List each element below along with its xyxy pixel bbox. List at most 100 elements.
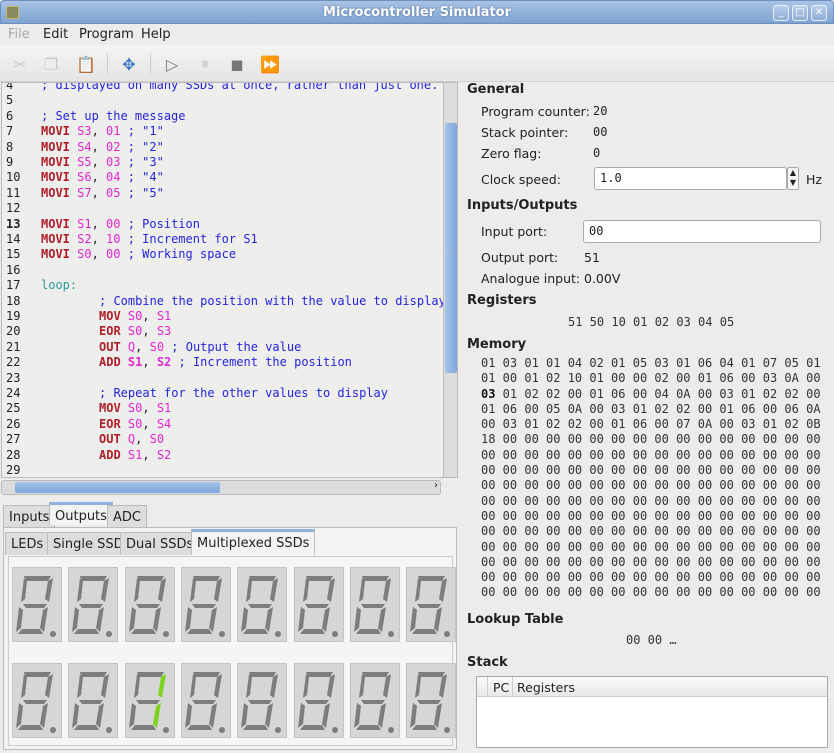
segment-a <box>361 672 389 677</box>
editor-horizontal-scrollbar[interactable]: › <box>1 480 441 495</box>
segment-d <box>186 629 212 634</box>
segment-b <box>45 674 53 698</box>
line-number: 29 <box>6 463 21 477</box>
segment-a <box>80 576 108 581</box>
menu-file[interactable]: File <box>8 27 30 42</box>
tab-outputs[interactable]: Outputs <box>49 502 113 525</box>
zero-flag-label: Zero flag: <box>481 146 542 161</box>
code-text: MOVI S7, 05 ; "5" <box>41 186 164 201</box>
tab-leds[interactable]: LEDs <box>5 532 50 555</box>
segment-d <box>130 725 156 730</box>
input-port-label: Input port: <box>481 224 548 239</box>
segment-c <box>434 703 443 728</box>
tab-inputs[interactable]: Inputs <box>3 505 56 528</box>
tab-adc[interactable]: ADC <box>107 505 147 528</box>
segment-f <box>189 674 196 698</box>
code-token: MOVI <box>41 232 70 246</box>
memory-heading: Memory <box>467 337 527 352</box>
memory-row: 03 01 02 02 00 01 06 00 04 0A 00 03 01 0… <box>481 386 821 401</box>
code-editor[interactable]: 4 ; displayed on many SSDs at once, rathe… <box>1 82 444 478</box>
maximize-button[interactable]: □ <box>792 5 808 21</box>
segment-b <box>213 578 222 602</box>
line-number: 23 <box>6 370 21 385</box>
code-token: MOVI <box>41 216 70 231</box>
line-number: 9 <box>6 155 14 169</box>
registers-values: 51 50 10 01 02 03 04 05 <box>568 315 735 329</box>
paste-icon[interactable]: 📋 <box>74 52 98 76</box>
code-text: MOVI S2, 10 ; Increment for S1 <box>41 232 258 247</box>
toolbar-separator <box>150 53 151 75</box>
fast-forward-icon[interactable]: ⏩ <box>258 52 282 76</box>
stack-table[interactable]: PC Registers <box>476 676 828 748</box>
scroll-thumb[interactable] <box>15 482 220 493</box>
clock-speed-input[interactable]: 1.0 <box>594 167 787 190</box>
code-token: ; Working space <box>120 247 237 262</box>
decimal-point <box>50 631 56 637</box>
segment-e <box>16 703 23 728</box>
line-number: 26 <box>6 416 21 431</box>
code-token: 02 <box>106 139 121 154</box>
code-token: EOR <box>99 416 121 431</box>
seven-segment-display <box>180 567 231 642</box>
tab-single-ssd[interactable]: Single SSD <box>47 532 130 555</box>
code-token: , <box>91 139 107 154</box>
scroll-right-icon[interactable]: › <box>434 480 438 491</box>
tab-dual-ssds[interactable]: Dual SSDs <box>120 532 200 555</box>
code-text: MOV S0, S1 <box>99 309 171 324</box>
pause-icon[interactable]: ⏸ <box>193 52 217 76</box>
code-text: MOVI S0, 00 ; Working space <box>41 247 236 262</box>
code-text: OUT Q, S0 ; Output the value <box>99 340 301 355</box>
code-text: OUT Q, S0 <box>99 432 164 447</box>
segment-c <box>208 703 217 728</box>
menu-program[interactable]: Program <box>79 27 134 42</box>
memory-row: 00 00 00 00 00 00 00 00 00 00 00 00 00 0… <box>481 539 821 554</box>
io-heading: Inputs/Outputs <box>467 198 578 213</box>
code-text: MOV S0, S1 <box>99 401 171 416</box>
code-token: 03 <box>106 155 121 169</box>
tab-multiplexed-ssds[interactable]: Multiplexed SSDs <box>191 529 316 555</box>
segment-g <box>360 700 385 704</box>
segment-f <box>133 578 140 602</box>
segment-b <box>101 578 110 602</box>
editor-vertical-scrollbar[interactable] <box>443 82 458 478</box>
stop-icon[interactable]: ◼ <box>225 52 249 76</box>
code-token: MOVI <box>41 155 70 169</box>
seven-segment-display <box>406 663 457 738</box>
memory-row: 01 06 00 05 0A 00 03 01 02 02 00 01 06 0… <box>481 401 821 416</box>
code-token: , <box>91 232 107 246</box>
segment-c <box>321 607 330 632</box>
move-icon[interactable]: ✥ <box>117 52 141 76</box>
segment-d <box>412 629 438 634</box>
code-token: S0 <box>127 416 143 431</box>
code-token: MOVI <box>41 170 70 185</box>
input-port-input[interactable]: 00 <box>583 220 821 243</box>
code-token: ; Repeat for the other values to display <box>99 386 388 400</box>
run-icon[interactable]: ▷ <box>160 52 184 76</box>
minimize-button[interactable]: _ <box>773 5 789 21</box>
clock-speed-spinner[interactable]: ▲ ▼ <box>787 167 799 190</box>
code-token: MOVI <box>41 185 70 200</box>
segment-e <box>128 607 136 632</box>
column-registers[interactable]: Registers <box>517 680 575 695</box>
code-token: , <box>142 309 157 323</box>
close-button[interactable]: ✕ <box>811 5 827 21</box>
analogue-input-value: 0.00V <box>584 271 621 286</box>
segment-f <box>189 578 196 602</box>
code-token: ; Increment the position <box>171 355 352 370</box>
menu-edit[interactable]: Edit <box>43 27 68 42</box>
segment-e <box>297 703 305 728</box>
memory-row: 00 00 00 00 00 00 00 00 00 00 00 00 00 0… <box>481 447 821 462</box>
menu-help[interactable]: Help <box>141 27 171 42</box>
stack-heading: Stack <box>467 655 508 670</box>
stack-table-header: PC Registers <box>477 677 827 697</box>
cut-icon[interactable]: ✂ <box>8 52 32 76</box>
code-token: S4 <box>77 139 92 154</box>
scroll-thumb[interactable] <box>445 123 457 373</box>
column-pc[interactable]: PC <box>493 680 509 695</box>
title-bar: Microcontroller Simulator _ □ ✕ <box>0 0 834 24</box>
window-title: Microcontroller Simulator <box>323 5 511 20</box>
copy-icon[interactable]: ❐ <box>39 52 63 76</box>
memory-row: 00 03 01 02 02 00 01 06 00 07 0A 00 03 0… <box>481 417 821 432</box>
